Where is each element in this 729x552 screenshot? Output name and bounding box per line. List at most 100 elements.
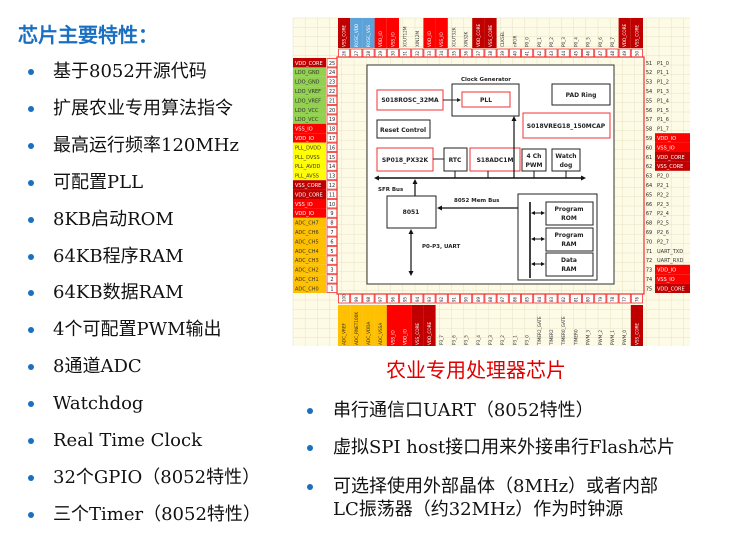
pin-label: VDD_IO (295, 136, 314, 142)
clock-generator-label: Clock Generator (461, 77, 511, 83)
pin-label: PLL_DVDD (295, 145, 321, 151)
pin-number: 49 (622, 50, 627, 56)
pin-label: VSS_IO (390, 329, 395, 345)
pin-label: LDO_VCC (295, 108, 319, 114)
pin-number: 43 (549, 50, 554, 56)
pin-label: VSS_CORE (634, 323, 639, 345)
pin-label: LDO_VREF (295, 89, 321, 95)
interface-item: 串行通信口UART（8052特性） (333, 400, 594, 421)
pin-number: 82 (561, 296, 566, 302)
pin-label: P1_3 (657, 89, 669, 95)
io-label: P0-P3, UART (422, 244, 461, 250)
rosc-label: S018ROSC_32MA (381, 97, 439, 104)
pin-label: P2_7 (657, 239, 669, 245)
pin-number: 30 (390, 50, 395, 56)
pin-number: 87 (500, 296, 505, 302)
pin-number: 33 (427, 50, 432, 56)
pin-label: P2_4 (657, 211, 669, 217)
pin-number: 16 (329, 145, 335, 151)
pin-label: P3_6 (451, 335, 456, 345)
pin-number: 24 (329, 70, 335, 76)
pin-number: 42 (537, 50, 542, 56)
pin-label: XOUT32K (451, 27, 456, 47)
cpu-label: 8051 (403, 209, 420, 216)
pin-number: 93 (427, 296, 432, 302)
pin-number: 89 (476, 296, 481, 302)
pin-number: 81 (573, 296, 578, 302)
reset-control-label: Reset Control (380, 127, 426, 134)
mem-bus-label: 8052 Mem Bus (454, 198, 500, 204)
pin-label: VSS_CORE (342, 25, 347, 47)
pin-number: 23 (329, 80, 335, 86)
pin-number: 70 (646, 239, 652, 245)
pin-label: P3_5 (464, 335, 469, 345)
pin-label: P1_4 (657, 98, 669, 104)
pin-number: 83 (549, 296, 554, 302)
pin-number: 90 (464, 296, 469, 302)
pin-label: CLKSEL (500, 31, 505, 47)
pin-label: P2_2 (657, 192, 669, 198)
pin-label: VDD_CORE (657, 286, 685, 292)
pin-number: 71 (646, 249, 652, 255)
pin-number: 12 (329, 183, 335, 189)
pin-label: P0_7 (610, 37, 615, 47)
pin-label: VSS_CORE (657, 164, 683, 170)
pin-label: VDD_CORE (427, 321, 432, 345)
pin-number: 15 (329, 155, 335, 161)
pin-number: 44 (561, 50, 566, 56)
pin-number: 91 (451, 296, 456, 302)
pin-label: P1_1 (657, 70, 669, 76)
pin-number: 84 (537, 296, 542, 302)
pin-number: 4 (330, 258, 333, 264)
pin-label: TIMER0_GATE (561, 316, 566, 346)
pwm-label: PWM (526, 162, 543, 169)
pin-label: VSS_IO (390, 31, 395, 47)
pin-number: 98 (366, 296, 371, 302)
pin-label: XOUT12M (403, 26, 408, 47)
pin-label: P2_0 (657, 174, 669, 180)
pin-number: 35 (451, 50, 456, 56)
pin-number: 60 (646, 145, 652, 151)
pin-number: 29 (378, 50, 383, 56)
pin-label: ADC_CH3 (295, 258, 319, 264)
pin-label: ROSC_VDD (354, 24, 359, 47)
pin-label: PWM_1 (610, 330, 615, 345)
pin-label: ADC_CH7 (295, 221, 319, 227)
interface-item: 虚拟SPI host接口用来外接串行Flash芯片 (333, 437, 675, 458)
pin-label: VDD_IO (657, 268, 676, 274)
pin-number: 85 (525, 296, 530, 302)
pin-number: 75 (646, 286, 652, 292)
pin-label: P1_7 (657, 127, 669, 133)
pin-number: 17 (329, 136, 335, 142)
pin-label: VSS_IO (657, 145, 675, 151)
pin-number: 67 (646, 211, 652, 217)
pll-label: PLL (480, 97, 492, 104)
pin-label: TIMER0 (573, 329, 578, 346)
pin-label: ADC_VSSA (378, 323, 383, 345)
pin-number: 55 (646, 98, 652, 104)
pin-label: P1_2 (657, 80, 669, 86)
pin-number: 13 (329, 174, 335, 180)
pin-number: 50 (634, 50, 639, 56)
pin-label: P3_0 (525, 335, 530, 345)
pin-number: 72 (646, 258, 652, 264)
pin-number: 26 (342, 50, 347, 56)
pin-number: 7 (330, 230, 333, 236)
pin-number: 78 (610, 296, 615, 302)
pin-number: 6 (330, 239, 333, 245)
pin-number: 27 (354, 50, 359, 56)
pin-number: 18 (329, 127, 335, 133)
pin-label: ADC_CH0 (295, 286, 319, 292)
pin-label: ADC_VREF (342, 322, 347, 345)
pin-label: ADC_VDDA (366, 322, 371, 345)
data-ram-label: Data (561, 257, 577, 264)
pin-number: 99 (354, 296, 359, 302)
pin-number: 5 (330, 249, 333, 255)
pin-label: P0_0 (525, 37, 530, 47)
pin-number: 39 (500, 50, 505, 56)
data-ram-label: RAM (561, 266, 576, 273)
diagram-caption: 农业专用处理器芯片 (386, 358, 566, 382)
pin-number: 73 (646, 268, 652, 274)
pin-label: P0_6 (598, 37, 603, 47)
pin-label: LDO_GND (295, 70, 320, 76)
